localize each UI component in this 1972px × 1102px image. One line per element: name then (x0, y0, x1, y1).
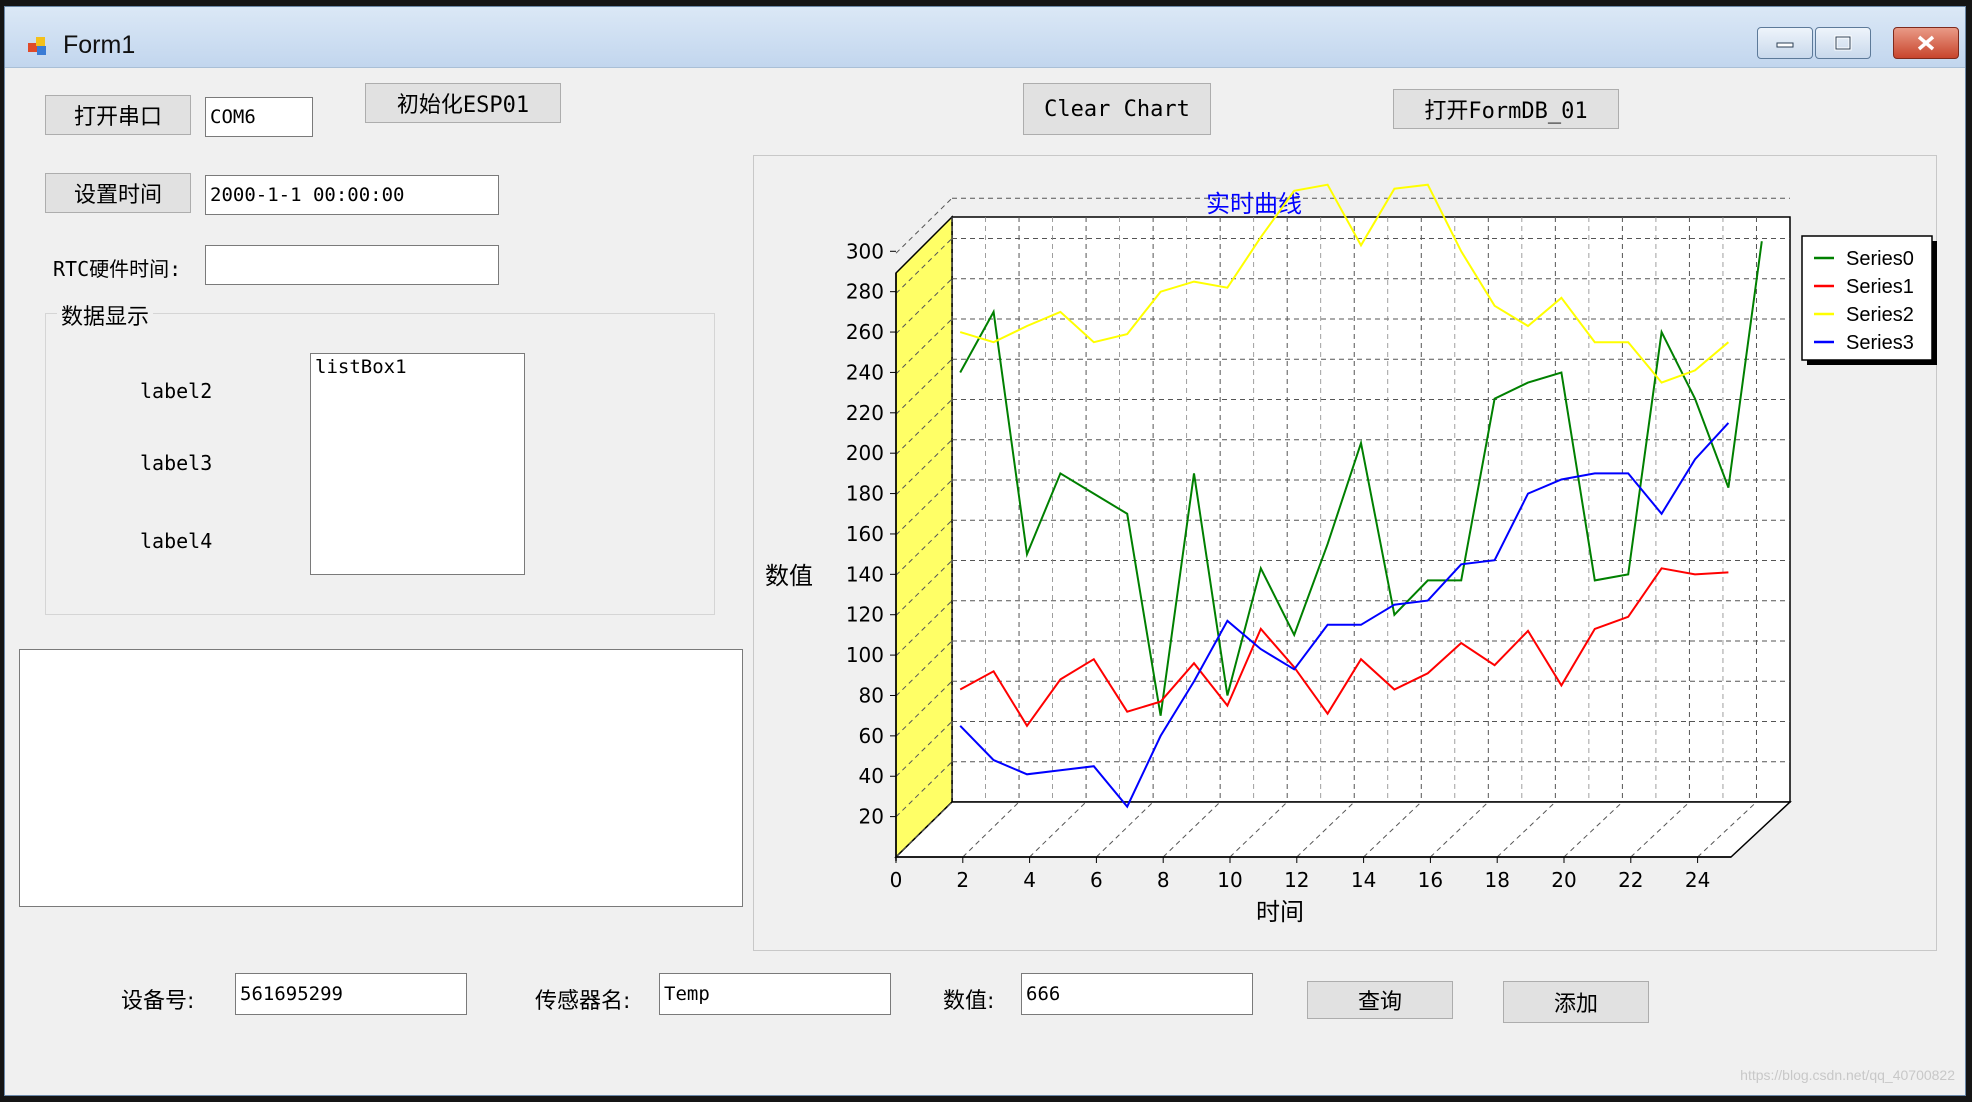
data-display-group-title: 数据显示 (57, 299, 154, 331)
x-tick-label: 16 (1418, 868, 1443, 892)
time-input[interactable] (205, 175, 499, 215)
sensor-name-input[interactable] (659, 973, 891, 1015)
x-tick-label: 14 (1351, 868, 1376, 892)
add-button[interactable]: 添加 (1503, 981, 1649, 1023)
listbox1[interactable]: listBox1 (310, 353, 525, 575)
rtc-time-input[interactable] (205, 245, 499, 285)
legend-label-series1: Series1 (1846, 276, 1914, 298)
label3: label3 (140, 451, 213, 475)
y-tick-label: 80 (859, 683, 884, 707)
list-item[interactable]: listBox1 (315, 356, 520, 378)
sensor-name-label: 传感器名: (535, 989, 631, 1014)
open-formdb-button[interactable]: 打开FormDB_01 (1393, 89, 1619, 129)
y-tick-label: 300 (846, 239, 884, 263)
x-tick-label: 12 (1284, 868, 1309, 892)
value-input[interactable] (1021, 973, 1253, 1015)
y-tick-label: 220 (846, 401, 884, 425)
init-esp01-button[interactable]: 初始化ESP01 (365, 83, 561, 123)
chart-floor (894, 801, 1792, 858)
x-tick-label: 18 (1484, 868, 1509, 892)
chart-title: 实时曲线 (1206, 190, 1302, 218)
maximize-button[interactable] (1815, 27, 1871, 59)
window-title: Form1 (63, 31, 136, 59)
app-icon (28, 37, 46, 55)
x-axis-label: 时间 (1256, 898, 1304, 926)
y-tick-label: 260 (846, 320, 884, 344)
set-time-button[interactable]: 设置时间 (45, 173, 191, 213)
value-label: 数值: (943, 989, 995, 1014)
x-tick-label: 0 (890, 868, 903, 892)
y-tick-label: 100 (846, 643, 884, 667)
main-window: Form1 打开串口 初始化ESP01 Clear Chart 打开FormDB… (4, 6, 1966, 1096)
y-tick-label: 120 (846, 603, 884, 627)
title-bar[interactable]: Form1 (5, 7, 1965, 68)
y-tick-label: 240 (846, 360, 884, 384)
y-tick-label: 180 (846, 482, 884, 506)
label2: label2 (140, 379, 213, 403)
x-tick-label: 22 (1618, 868, 1643, 892)
y-tick-label: 140 (846, 562, 884, 586)
chart-panel: 实时曲线 20 40 60 80 100 120 140 160 180 200 220 240 260 2… (753, 155, 1937, 951)
device-id-label: 设备号: (121, 989, 195, 1014)
maximize-icon (1834, 35, 1852, 51)
y-tick-label: 40 (859, 764, 884, 788)
output-textbox[interactable] (19, 649, 743, 907)
y-tick-label: 280 (846, 280, 884, 304)
close-icon (1917, 35, 1935, 51)
y-tick-label: 160 (846, 522, 884, 546)
chart-left-wall (895, 215, 953, 859)
device-id-input[interactable] (235, 973, 467, 1015)
y-tick-label: 20 (859, 805, 884, 829)
minimize-icon (1776, 42, 1794, 48)
label4: label4 (140, 529, 213, 553)
close-button[interactable] (1893, 27, 1959, 59)
watermark: https://blog.csdn.net/qq_40700822 (1740, 1067, 1955, 1083)
legend-label-series2: Series2 (1846, 304, 1914, 326)
x-tick-label: 8 (1157, 868, 1170, 892)
realtime-chart: 实时曲线204060801001201401601802002202402602… (765, 183, 1937, 926)
y-tick-label: 60 (859, 724, 884, 748)
legend-label-series0: Series0 (1846, 248, 1914, 270)
port-input[interactable] (205, 97, 313, 137)
clear-chart-button[interactable]: Clear Chart (1023, 83, 1211, 135)
y-axis-label: 数值 (765, 562, 813, 590)
x-tick-label: 20 (1551, 868, 1576, 892)
legend-label-series3: Series3 (1846, 332, 1914, 354)
x-tick-label: 2 (956, 868, 969, 892)
x-tick-label: 6 (1090, 868, 1103, 892)
query-button[interactable]: 查询 (1307, 981, 1453, 1019)
x-tick-label: 10 (1217, 868, 1242, 892)
open-port-button[interactable]: 打开串口 (45, 95, 191, 135)
minimize-button[interactable] (1757, 27, 1813, 59)
x-tick-label: 24 (1685, 868, 1710, 892)
x-tick-label: 4 (1023, 868, 1036, 892)
y-tick-label: 200 (846, 441, 884, 465)
rtc-time-label: RTC硬件时间: (53, 257, 182, 281)
